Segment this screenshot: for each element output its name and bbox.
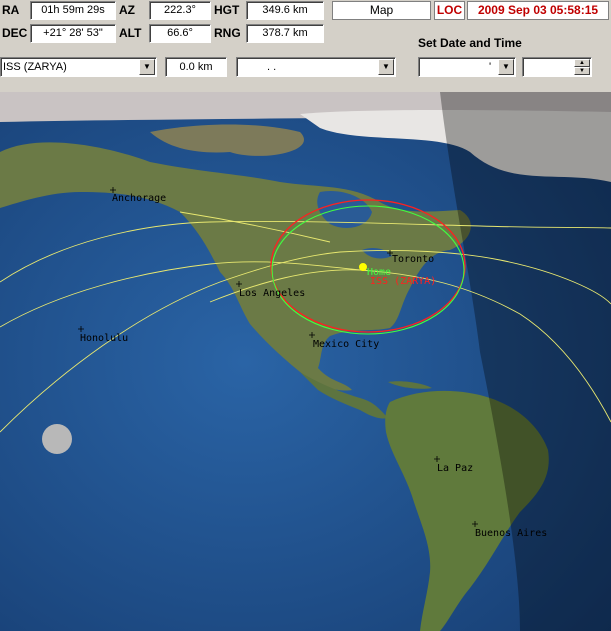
- offset-field[interactable]: 0.0 km: [165, 57, 227, 77]
- set-date-time-label: Set Date and Time: [418, 36, 522, 50]
- satellite-select[interactable]: ISS (ZARYA) ▼: [0, 57, 157, 77]
- ra-value: 01h 59m 29s: [30, 1, 116, 20]
- dec-label: DEC: [2, 26, 28, 40]
- map-button[interactable]: Map: [332, 1, 431, 20]
- chevron-down-icon[interactable]: ▼: [498, 59, 514, 75]
- spin-down-icon[interactable]: ▼: [574, 67, 590, 75]
- spin-up-icon[interactable]: ▲: [574, 59, 590, 67]
- control-panel: RA 01h 59m 29s AZ 222.3° HGT 349.6 km Ma…: [0, 0, 611, 92]
- moon-icon: [42, 424, 72, 454]
- satellite-select-value: ISS (ZARYA): [3, 61, 67, 73]
- az-value: 222.3°: [149, 1, 211, 20]
- location-select-value: . .: [267, 61, 277, 73]
- chevron-down-icon[interactable]: ▼: [378, 59, 394, 75]
- city-label-buenos-aires: Buenos Aires: [475, 528, 547, 539]
- alt-label: ALT: [119, 26, 142, 40]
- date-select[interactable]: ' ▼: [418, 57, 516, 77]
- time-spinner[interactable]: ▲ ▼: [522, 57, 592, 77]
- iss-marker[interactable]: [359, 263, 367, 271]
- dec-value: +21° 28' 53": [30, 24, 116, 43]
- world-map[interactable]: Anchorage Honolulu Los Angeles Mexico Ci…: [0, 92, 611, 631]
- city-label-los-angeles: Los Angeles: [239, 288, 305, 299]
- hgt-value: 349.6 km: [246, 1, 324, 20]
- location-select[interactable]: . . ▼: [236, 57, 396, 77]
- az-label: AZ: [119, 3, 135, 17]
- rng-label: RNG: [214, 26, 241, 40]
- city-label-mexico-city: Mexico City: [313, 339, 379, 350]
- hgt-label: HGT: [214, 3, 240, 17]
- loc-button[interactable]: LOC: [434, 1, 465, 20]
- alt-value: 66.6°: [149, 24, 211, 43]
- city-label-toronto: Toronto: [392, 254, 434, 265]
- iss-label: ISS (ZARYA): [370, 276, 436, 287]
- rng-value: 378.7 km: [246, 24, 324, 43]
- city-label-honolulu: Honolulu: [80, 333, 128, 344]
- ra-label: RA: [2, 3, 20, 17]
- chevron-down-icon[interactable]: ▼: [139, 59, 155, 75]
- city-label-la-paz: La Paz: [437, 463, 473, 474]
- date-select-value: ': [489, 61, 492, 73]
- datetime-display: 2009 Sep 03 05:58:15: [467, 1, 609, 20]
- city-label-anchorage: Anchorage: [112, 193, 166, 204]
